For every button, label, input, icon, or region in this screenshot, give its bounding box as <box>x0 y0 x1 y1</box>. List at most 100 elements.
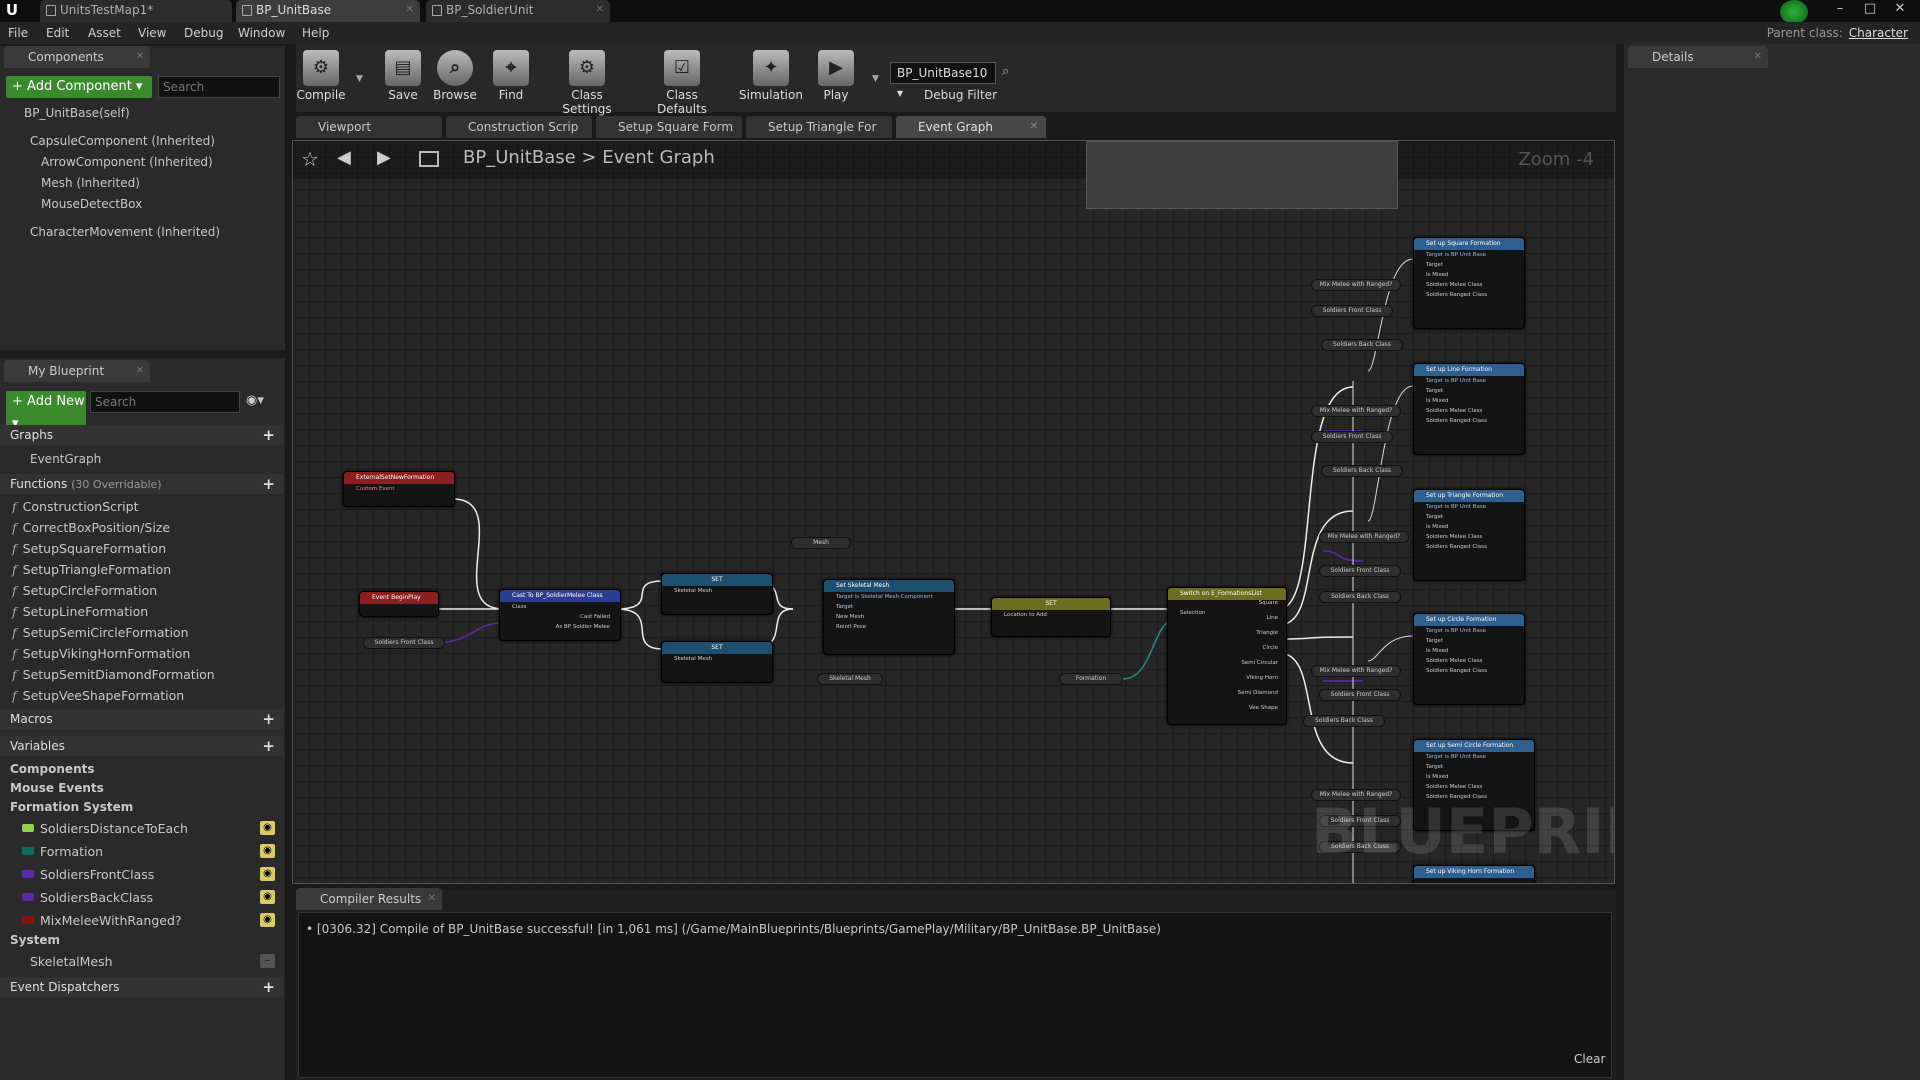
add-macro-icon[interactable]: + <box>262 709 275 729</box>
component-arrow[interactable]: ArrowComponent (Inherited) <box>20 152 280 172</box>
component-capsule[interactable]: CapsuleComponent (Inherited) <box>6 131 276 151</box>
component-self[interactable]: BP_UnitBase(self) <box>12 103 272 123</box>
var-getter-mix[interactable]: Mix Melee with Ranged? <box>1311 405 1401 417</box>
close-window-button[interactable]: ✕ <box>1885 0 1915 20</box>
node-event-beginplay[interactable]: Event BeginPlay <box>359 591 439 617</box>
class-settings-button[interactable]: ⚙ Class Settings <box>546 44 628 116</box>
var-getter-mix[interactable]: Mix Melee with Ranged? <box>1311 279 1401 291</box>
view-options-icon[interactable]: ◉▾ <box>246 393 264 408</box>
node-set-mesh-2[interactable]: SET Skeletal Mesh <box>661 641 773 683</box>
browse-button[interactable]: ⌕ Browse <box>424 44 486 112</box>
tab-viewport[interactable]: Viewport <box>296 116 442 138</box>
node-switch-formation[interactable]: Switch on E_FormationsList Selection Squ… <box>1167 587 1287 725</box>
menu-file[interactable]: File <box>8 22 28 44</box>
function-item[interactable]: f SetupCircleFormation <box>12 580 157 601</box>
source-control-icon[interactable] <box>1780 0 1808 24</box>
menu-asset[interactable]: Asset <box>88 22 121 44</box>
clear-button[interactable]: Clear <box>1574 1052 1605 1066</box>
var-getter-mix[interactable]: Mix Melee with Ranged? <box>1311 665 1401 677</box>
compile-button[interactable]: ⚙ Compile <box>290 44 352 112</box>
node-set-location[interactable]: SET Location to Add <box>991 597 1111 637</box>
doc-tab-map[interactable]: UnitsTestMap1* <box>40 0 232 22</box>
function-item[interactable]: f SetupVeeShapeFormation <box>12 685 184 706</box>
menu-window[interactable]: Window <box>238 22 285 44</box>
maximize-button[interactable]: □ <box>1855 0 1885 20</box>
component-mesh[interactable]: Mesh (Inherited) <box>20 173 280 193</box>
variable-item[interactable]: MixMeleeWithRanged? ◉ <box>0 909 283 932</box>
function-item[interactable]: f CorrectBoxPosition/Size <box>12 517 170 538</box>
variable-item-skeletalmesh[interactable]: SkeletalMesh – <box>0 950 283 973</box>
visibility-eye-icon[interactable]: – <box>260 954 275 968</box>
close-icon[interactable]: ✕ <box>428 888 436 910</box>
node-setup-triangle[interactable]: Set up Triangle Formation Target is BP Un… <box>1413 489 1525 581</box>
graph-item-eventgraph[interactable]: EventGraph <box>12 449 272 469</box>
var-getter-front-class[interactable]: Soldiers Front Class <box>363 637 445 649</box>
node-setup-square[interactable]: Set up Square Formation Target is BP Unit… <box>1413 237 1525 329</box>
node-setup-circle[interactable]: Set up Circle Formation Target is BP Unit… <box>1413 613 1525 705</box>
function-item[interactable]: f SetupLineFormation <box>12 601 148 622</box>
add-function-icon[interactable]: + <box>262 474 275 494</box>
var-getter-mix[interactable]: Mix Melee with Ranged? <box>1319 531 1409 543</box>
var-getter-front-class[interactable]: Soldiers Front Class <box>1311 305 1393 317</box>
var-category-components[interactable]: Components <box>10 759 95 779</box>
var-category-system[interactable]: System <box>10 930 60 950</box>
debug-object-select[interactable]: BP_UnitBase10 ▾ <box>890 62 996 100</box>
variable-item[interactable]: SoldiersFrontClass ◉ <box>0 863 283 886</box>
var-getter-back-class[interactable]: Soldiers Back Class <box>1321 465 1403 477</box>
tab-details[interactable]: Details ✕ <box>1628 46 1768 68</box>
doc-tab-bp-unitbase[interactable]: BP_UnitBase ✕ <box>236 0 420 22</box>
visibility-eye-icon[interactable]: ◉ <box>260 890 275 904</box>
var-getter-mesh[interactable]: Mesh <box>791 537 851 549</box>
event-graph-canvas[interactable]: ☆ ◀ ▶ BP_UnitBase > Event Graph Zoom -4 <box>292 140 1615 884</box>
close-icon[interactable]: ✕ <box>406 0 414 20</box>
add-graph-icon[interactable]: + <box>262 425 275 445</box>
var-getter-formation[interactable]: Formation <box>1059 673 1123 685</box>
section-functions[interactable]: Functions (30 Overridable) + <box>0 474 283 494</box>
var-getter-skeletal-mesh[interactable]: Skeletal Mesh <box>817 673 883 685</box>
tab-construction-script[interactable]: Construction Scrip <box>446 116 592 138</box>
debug-search-icon[interactable]: ⌕ <box>1002 64 1009 79</box>
function-item[interactable]: f SetupTriangleFormation <box>12 559 171 580</box>
menu-debug[interactable]: Debug <box>184 22 223 44</box>
tab-my-blueprint[interactable]: My Blueprint ✕ <box>4 360 150 382</box>
section-macros[interactable]: Macros + <box>0 709 283 729</box>
tab-event-graph[interactable]: Event Graph ✕ <box>896 116 1046 138</box>
play-options-icon[interactable]: ▼ <box>872 74 879 84</box>
function-item[interactable]: f SetupSquareFormation <box>12 538 166 559</box>
variable-item[interactable]: SoldiersBackClass ◉ <box>0 886 283 909</box>
add-variable-icon[interactable]: + <box>262 736 275 756</box>
doc-tab-bp-soldierunit[interactable]: BP_SoldierUnit ✕ <box>426 0 610 22</box>
var-getter-back-class[interactable]: Soldiers Back Class <box>1321 339 1403 351</box>
close-icon[interactable]: ✕ <box>136 360 144 382</box>
add-dispatcher-icon[interactable]: + <box>262 977 275 997</box>
var-category-formation-system[interactable]: Formation System <box>10 797 133 817</box>
close-icon[interactable]: ✕ <box>1030 116 1038 138</box>
variable-item[interactable]: Formation ◉ <box>0 840 283 863</box>
close-icon[interactable]: ✕ <box>136 46 144 68</box>
node-external-set-formation[interactable]: ExternalSetNewFormation Custom Event <box>343 471 455 507</box>
visibility-eye-icon[interactable]: ◉ <box>260 913 275 927</box>
close-icon[interactable]: ✕ <box>596 0 604 20</box>
node-setup-line[interactable]: Set up Line Formation Target is BP Unit B… <box>1413 363 1525 455</box>
visibility-eye-icon[interactable]: ◉ <box>260 867 275 881</box>
function-item[interactable]: f SetupSemitDiamondFormation <box>12 664 215 685</box>
section-event-dispatchers[interactable]: Event Dispatchers + <box>0 977 283 997</box>
tab-compiler-results[interactable]: Compiler Results ✕ <box>296 888 442 910</box>
menu-help[interactable]: Help <box>302 22 329 44</box>
compile-options-icon[interactable]: ▼ <box>356 74 363 84</box>
visibility-eye-icon[interactable]: ◉ <box>260 821 275 835</box>
blueprint-search-input[interactable]: Search <box>90 391 240 413</box>
visibility-eye-icon[interactable]: ◉ <box>260 844 275 858</box>
components-search-input[interactable]: Search <box>158 76 280 98</box>
menu-view[interactable]: View <box>138 22 166 44</box>
class-defaults-button[interactable]: ☑ Class Defaults <box>640 44 724 116</box>
find-button[interactable]: ⌖ Find <box>480 44 542 112</box>
play-button[interactable]: ▶ Play <box>806 44 866 112</box>
var-getter-front-class[interactable]: Soldiers Front Class <box>1319 565 1401 577</box>
close-icon[interactable]: ✕ <box>1754 46 1762 68</box>
section-graphs[interactable]: Graphs + <box>0 425 283 445</box>
var-getter-front-class[interactable]: Soldiers Front Class <box>1319 689 1401 701</box>
var-getter-back-class[interactable]: Soldiers Back Class <box>1319 591 1401 603</box>
component-charactermovement[interactable]: CharacterMovement (Inherited) <box>6 222 276 242</box>
variable-item[interactable]: SoldiersDistanceToEach ◉ <box>0 817 283 840</box>
